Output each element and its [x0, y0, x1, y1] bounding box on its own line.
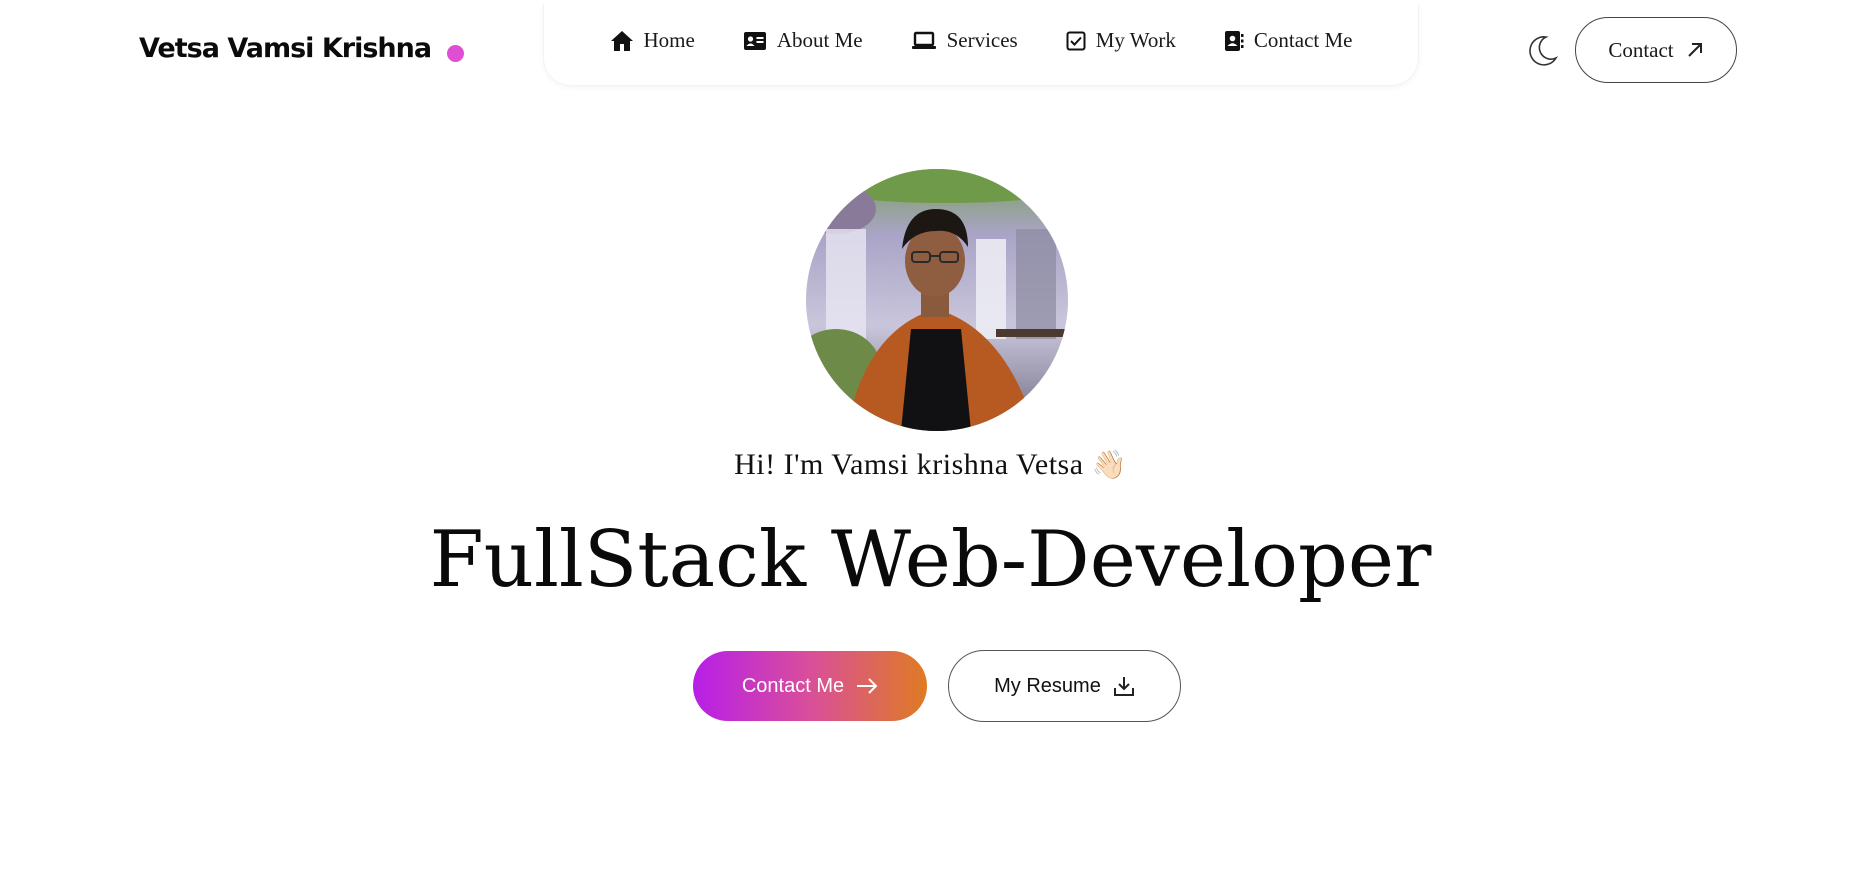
- nav-item-label: Services: [946, 28, 1018, 52]
- download-icon: [1113, 677, 1134, 696]
- nav-item-label: My Work: [1095, 28, 1176, 52]
- home-icon: [610, 30, 633, 51]
- nav-item-my-work[interactable]: My Work: [1066, 28, 1176, 53]
- contact-me-button[interactable]: Contact Me: [693, 651, 927, 721]
- theme-toggle-button[interactable]: [1524, 33, 1560, 69]
- arrow-up-right-icon: [1687, 43, 1702, 57]
- contact-me-label: Contact Me: [741, 674, 845, 697]
- nav-item-label: Contact Me: [1253, 28, 1353, 52]
- hero-greeting: Hi! I'm Vamsi krishna Vetsa 👋🏻: [0, 448, 1861, 482]
- header-contact-button[interactable]: Contact: [1575, 17, 1737, 83]
- nav-item-services[interactable]: Services: [911, 28, 1018, 53]
- checkbox-icon: [1066, 31, 1086, 50]
- nav-item-home[interactable]: Home: [610, 28, 695, 53]
- my-resume-label: My Resume: [994, 674, 1101, 697]
- nav-item-label: About Me: [776, 28, 863, 52]
- my-resume-button[interactable]: My Resume: [948, 650, 1181, 722]
- profile-avatar: [806, 169, 1068, 431]
- moon-icon: [1529, 36, 1559, 66]
- logo-dot: [447, 45, 465, 62]
- laptop-icon: [911, 31, 936, 49]
- nav-item-label: Home: [643, 28, 695, 52]
- wave-emoji: 👋🏻: [1091, 450, 1127, 481]
- arrow-right-icon: [857, 678, 878, 694]
- greeting-text: Hi! I'm Vamsi krishna Vetsa: [734, 448, 1084, 481]
- hero-headline: FullStack Web-Developer: [429, 515, 1432, 605]
- header-contact-label: Contact: [1608, 37, 1674, 62]
- main-navigation: Home About Me Services My Work Contact M…: [543, 4, 1419, 86]
- site-logo[interactable]: Vetsa Vamsi Krishna: [139, 33, 465, 64]
- address-book-icon: [1224, 30, 1244, 51]
- id-card-icon: [743, 31, 766, 50]
- nav-item-about[interactable]: About Me: [743, 28, 863, 53]
- page: Vetsa Vamsi Krishna Home About Me Servic…: [0, 0, 1861, 879]
- logo-text: Vetsa Vamsi Krishna: [139, 33, 432, 64]
- nav-item-contact[interactable]: Contact Me: [1224, 28, 1353, 53]
